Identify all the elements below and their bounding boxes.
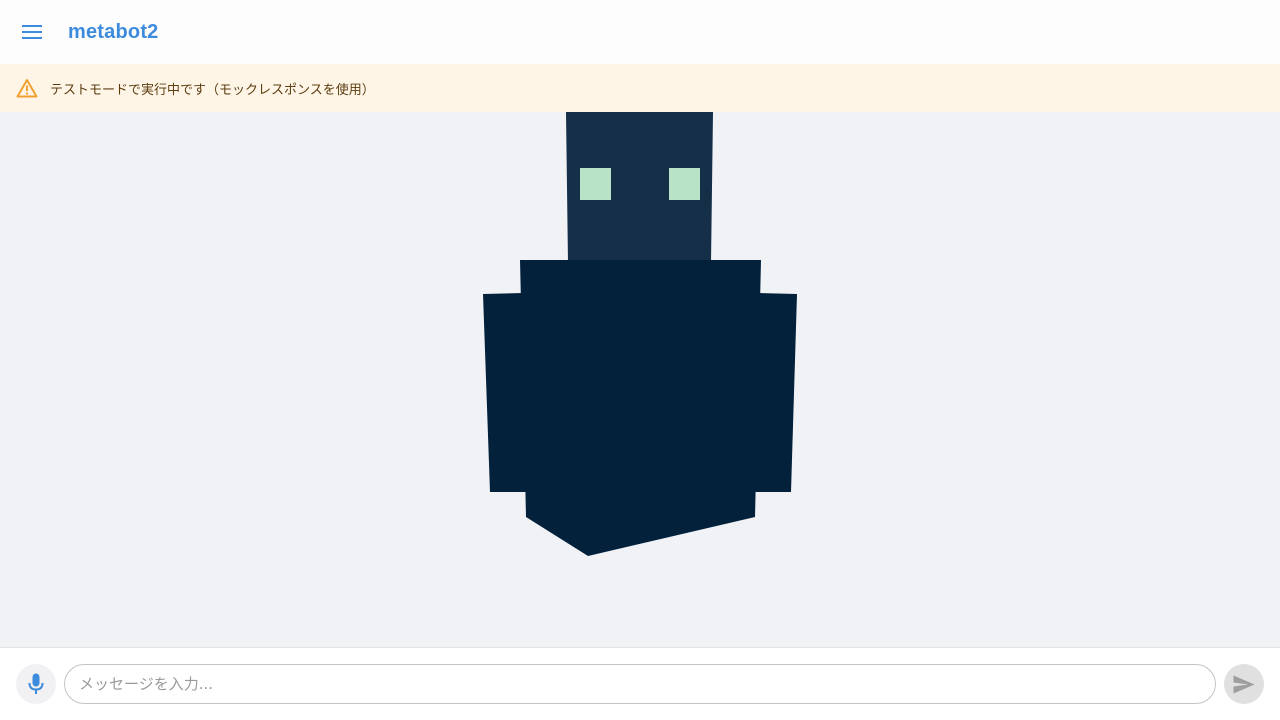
banner-message: テストモードで実行中です（モックレスポンスを使用） xyxy=(50,82,375,98)
microphone-icon xyxy=(28,673,44,694)
app-root: metabot2 テストモードで実行中です（モックレスポンスを使用） xyxy=(0,0,1280,720)
send-icon xyxy=(1233,675,1255,693)
robot-right-eye xyxy=(669,168,700,200)
app-header: metabot2 xyxy=(0,0,1280,64)
robot-left-eye xyxy=(580,168,611,200)
menu-button[interactable] xyxy=(0,0,64,64)
robot-torso xyxy=(520,260,761,556)
robot-viewport[interactable] xyxy=(0,112,1280,647)
send-button[interactable] xyxy=(1224,664,1264,704)
microphone-button[interactable] xyxy=(16,664,56,704)
robot-model xyxy=(483,112,797,556)
message-composer xyxy=(0,647,1280,720)
hamburger-menu-icon xyxy=(22,25,42,39)
app-title: metabot2 xyxy=(68,20,159,43)
robot-left-arm xyxy=(483,293,528,492)
warning-triangle-icon xyxy=(16,77,38,99)
message-input[interactable] xyxy=(64,664,1216,704)
test-mode-banner: テストモードで実行中です（モックレスポンスを使用） xyxy=(0,64,1280,112)
